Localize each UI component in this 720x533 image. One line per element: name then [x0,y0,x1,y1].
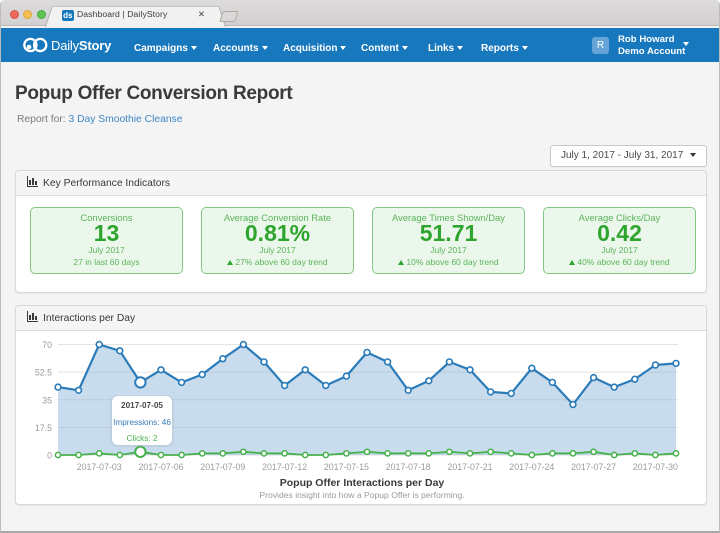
svg-text:2017-07-09: 2017-07-09 [200,462,245,472]
svg-text:Clicks: 2: Clicks: 2 [127,434,158,443]
svg-text:2017-07-06: 2017-07-06 [139,462,184,472]
svg-text:17.5: 17.5 [35,423,52,433]
svg-text:2017-07-12: 2017-07-12 [262,462,307,472]
svg-text:70: 70 [42,340,52,350]
svg-text:2017-07-21: 2017-07-21 [448,462,493,472]
svg-text:2017-07-30: 2017-07-30 [633,462,678,472]
svg-text:2017-07-15: 2017-07-15 [324,462,369,472]
svg-text:52.5: 52.5 [35,368,52,378]
svg-text:2017-07-24: 2017-07-24 [509,462,554,472]
svg-text:2017-07-05: 2017-07-05 [121,401,163,410]
svg-text:0: 0 [47,451,52,461]
svg-text:35: 35 [42,395,52,405]
svg-text:2017-07-18: 2017-07-18 [386,462,431,472]
svg-text:Impressions: 46: Impressions: 46 [113,418,171,427]
svg-text:2017-07-27: 2017-07-27 [571,462,616,472]
svg-text:2017-07-03: 2017-07-03 [77,462,122,472]
